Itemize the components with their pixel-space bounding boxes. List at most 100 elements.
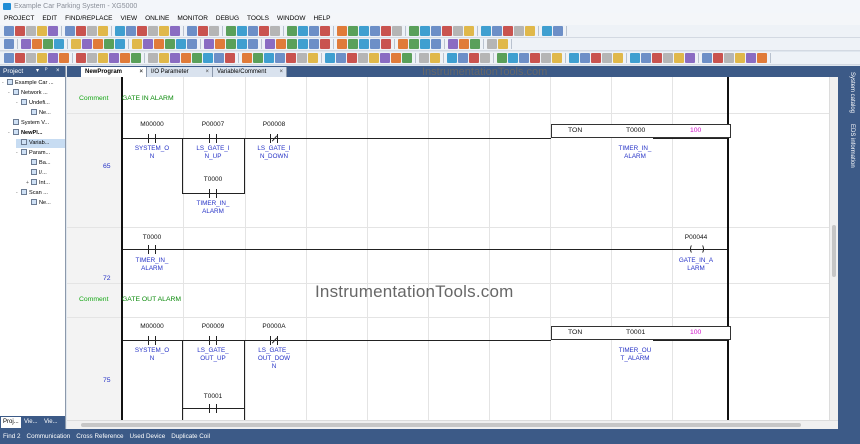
- toolbar-button[interactable]: [15, 53, 25, 63]
- menu-project[interactable]: PROJECT: [0, 13, 38, 25]
- contact-no[interactable]: [206, 189, 220, 198]
- toolbar-button[interactable]: [580, 53, 590, 63]
- toolbar-button[interactable]: [4, 26, 14, 36]
- toolbar-button[interactable]: [320, 26, 330, 36]
- toolbar-button[interactable]: [198, 26, 208, 36]
- toolbar-button[interactable]: [82, 39, 92, 49]
- scroll-thumb[interactable]: [832, 225, 836, 277]
- toolbar-button[interactable]: [98, 53, 108, 63]
- close-icon[interactable]: ×: [56, 66, 60, 77]
- toolbar-button[interactable]: [409, 39, 419, 49]
- toolbar-button[interactable]: [541, 53, 551, 63]
- toolbar-button[interactable]: [514, 26, 524, 36]
- tab-used-device[interactable]: Used Device: [127, 429, 169, 444]
- toolbar-button[interactable]: [26, 26, 36, 36]
- contact-no[interactable]: [206, 336, 220, 345]
- toolbar-button[interactable]: [503, 26, 513, 36]
- toolbar-button[interactable]: [286, 53, 296, 63]
- toolbar-button[interactable]: [497, 53, 507, 63]
- toolbar-button[interactable]: [187, 26, 197, 36]
- toolbar-button[interactable]: [287, 26, 297, 36]
- timer-function-block[interactable]: TON T0001 100: [551, 326, 731, 340]
- toolbar-button[interactable]: [602, 53, 612, 63]
- tab-io-parameter[interactable]: I/O Parameter ×: [147, 67, 213, 77]
- menu-help[interactable]: HELP: [309, 13, 334, 25]
- toolbar-button[interactable]: [237, 26, 247, 36]
- tab-view-1[interactable]: Vie...: [22, 417, 40, 428]
- toolbar-button[interactable]: [419, 53, 429, 63]
- toolbar-button[interactable]: [431, 39, 441, 49]
- toolbar-button[interactable]: [298, 26, 308, 36]
- menu-online[interactable]: ONLINE: [141, 13, 173, 25]
- toolbar-button[interactable]: [115, 26, 125, 36]
- tab-new-program[interactable]: NewProgram ×: [81, 67, 147, 77]
- contact-no[interactable]: [145, 336, 159, 345]
- toolbar-button[interactable]: [298, 39, 308, 49]
- toolbar-button[interactable]: [170, 26, 180, 36]
- toolbar-button[interactable]: [470, 39, 480, 49]
- toolbar-button[interactable]: [93, 39, 103, 49]
- toolbar-button[interactable]: [348, 26, 358, 36]
- dropdown-icon[interactable]: ▾: [36, 66, 39, 77]
- toolbar-button[interactable]: [98, 26, 108, 36]
- tree-item-internal[interactable]: + Int...: [26, 179, 50, 188]
- toolbar-button[interactable]: [552, 53, 562, 63]
- toolbar-button[interactable]: [203, 53, 213, 63]
- toolbar-button[interactable]: [480, 53, 490, 63]
- tree-item-new-program[interactable]: Ne...: [26, 199, 51, 208]
- toolbar-button[interactable]: [498, 39, 508, 49]
- tree-item-io[interactable]: I/...: [26, 169, 47, 178]
- toolbar-button[interactable]: [481, 26, 491, 36]
- toolbar-button[interactable]: [380, 53, 390, 63]
- toolbar-button[interactable]: [126, 26, 136, 36]
- contact-no[interactable]: [145, 245, 159, 254]
- toolbar-button[interactable]: [381, 39, 391, 49]
- toolbar-button[interactable]: [663, 53, 673, 63]
- tab-communication[interactable]: Communication: [24, 429, 74, 444]
- rung-comment[interactable]: GATE IN ALARM: [122, 95, 174, 102]
- toolbar-button[interactable]: [702, 53, 712, 63]
- toolbar-button[interactable]: [591, 53, 601, 63]
- menu-find-replace[interactable]: FIND/REPLACE: [61, 13, 116, 25]
- toolbar-button[interactable]: [4, 53, 14, 63]
- toolbar-button[interactable]: [131, 53, 141, 63]
- toolbar-button[interactable]: [359, 39, 369, 49]
- tab-find[interactable]: Find 2: [0, 429, 24, 444]
- toolbar-button[interactable]: [143, 39, 153, 49]
- toolbar-button[interactable]: [170, 53, 180, 63]
- ladder-editor[interactable]: Comment GATE IN ALARM Comment GATE OUT A…: [67, 77, 838, 420]
- toolbar-button[interactable]: [369, 53, 379, 63]
- toolbar-button[interactable]: [226, 39, 236, 49]
- toolbar-button[interactable]: [192, 53, 202, 63]
- toolbar-button[interactable]: [87, 26, 97, 36]
- toolbar-button[interactable]: [71, 39, 81, 49]
- toolbar-button[interactable]: [325, 53, 335, 63]
- toolbar-button[interactable]: [21, 39, 31, 49]
- contact-no[interactable]: [206, 134, 220, 143]
- toolbar-button[interactable]: [553, 26, 563, 36]
- tree-item-newplc[interactable]: - NewPl...: [8, 129, 42, 138]
- toolbar-button[interactable]: [469, 53, 479, 63]
- toolbar-button[interactable]: [15, 26, 25, 36]
- toolbar-button[interactable]: [204, 39, 214, 49]
- toolbar-button[interactable]: [237, 39, 247, 49]
- toolbar-button[interactable]: [265, 39, 275, 49]
- tab-system-catalog[interactable]: System catalog: [849, 72, 855, 113]
- toolbar-button[interactable]: [59, 53, 69, 63]
- toolbar-button[interactable]: [276, 39, 286, 49]
- tab-project[interactable]: Proj...: [1, 417, 21, 428]
- tree-item-project[interactable]: - Example Car ...: [2, 79, 54, 88]
- toolbar-button[interactable]: [242, 53, 252, 63]
- toolbar-button[interactable]: [308, 53, 318, 63]
- toolbar-button[interactable]: [297, 53, 307, 63]
- toolbar-button[interactable]: [358, 53, 368, 63]
- toolbar-button[interactable]: [464, 26, 474, 36]
- toolbar-button[interactable]: [48, 26, 58, 36]
- toolbar-button[interactable]: [735, 53, 745, 63]
- toolbar-button[interactable]: [87, 53, 97, 63]
- contact-nc[interactable]: [267, 336, 281, 345]
- toolbar-button[interactable]: [209, 26, 219, 36]
- toolbar-button[interactable]: [148, 53, 158, 63]
- toolbar-button[interactable]: [159, 53, 169, 63]
- toolbar-button[interactable]: [641, 53, 651, 63]
